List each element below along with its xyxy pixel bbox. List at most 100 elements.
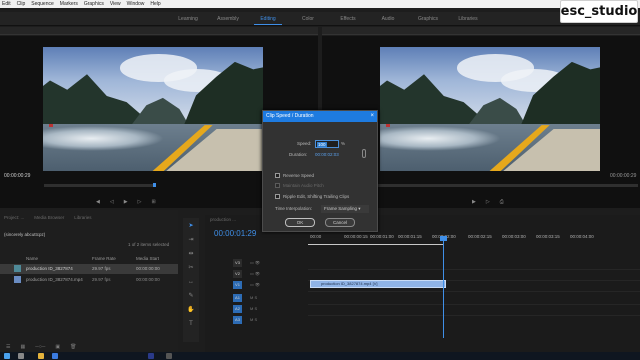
workspace-tab-graphics[interactable]: Graphics [408,12,448,26]
workspace-tab-assembly[interactable]: Assembly [208,12,248,26]
workspace-tab-libraries[interactable]: Libraries [448,12,488,26]
sequence-icon [14,265,21,272]
track-a3-controls[interactable]: M S [250,317,257,322]
column-media-start[interactable]: Media Start [136,256,159,261]
speed-unit: % [341,141,346,146]
workspace-tab-learning[interactable]: Learning [168,12,208,26]
work-area-bar[interactable] [308,244,444,245]
reverse-speed-checkbox[interactable] [275,173,280,178]
program-step-icon[interactable]: ▷ [486,199,490,205]
timeline-clip[interactable]: production ID_3827874.mp4 [V] [310,280,446,288]
time-ruler[interactable]: 00:00 00:00:00:15 00:00:01:00 00:00:01:1… [308,232,640,244]
program-video-frame [380,47,600,171]
source-scrubber[interactable] [44,184,154,187]
step-back-icon[interactable]: ◁ [110,199,114,205]
workspace-tab-editing[interactable]: Editing [248,12,288,26]
workspace-tab-color[interactable]: Color [288,12,328,26]
track-a1[interactable]: A1 [233,294,242,302]
maintain-pitch-checkbox[interactable] [275,183,280,188]
menu-graphics[interactable]: Graphics [84,1,104,7]
play-icon[interactable]: ▶ [124,199,128,205]
list-view-icon[interactable]: ☰ [6,344,10,350]
menu-sequence[interactable]: Sequence [31,1,54,7]
track-a2-controls[interactable]: M S [250,306,257,311]
cancel-button[interactable]: Cancel [325,218,355,227]
speed-input[interactable]: 100 [315,140,339,148]
hand-icon[interactable]: ✋ [187,306,195,314]
premiere-icon[interactable] [148,353,154,359]
menu-help[interactable]: Help [150,1,160,7]
track-a2[interactable]: A2 [233,305,242,313]
time-interpolation-select[interactable]: Frame Sampling ▾ [321,205,369,213]
selection-count: 1 of 2 items selected [128,242,170,247]
list-item[interactable]: production ID_3827874 29.97 fps 00:00:00… [0,264,178,274]
menu-bar: Edit Clip Sequence Markers Graphics View… [0,0,640,8]
browser-icon[interactable] [52,353,58,359]
step-forward-icon[interactable]: ▷ [138,199,142,205]
clip-speed-dialog: Clip Speed / Duration × Speed: 100 % Dur… [262,110,378,232]
program-monitor-header [322,27,640,35]
source-video-frame [43,47,263,171]
menu-markers[interactable]: Markers [60,1,78,7]
timeline-timecode[interactable]: 00:00:01:29 [214,229,256,238]
clip-icon [14,276,21,283]
start-icon[interactable] [4,353,10,359]
ripple-edit-label: Ripple Edit, Shifting Trailing Clips [283,194,350,199]
reverse-speed-label: Reverse Speed [283,173,315,178]
close-icon[interactable]: × [370,111,374,122]
search-taskbar-icon[interactable] [18,353,24,359]
source-timecode: 00:00:00:29 [4,173,31,179]
menu-clip[interactable]: Clip [17,1,26,7]
menu-window[interactable]: Window [127,1,145,7]
track-v2[interactable]: V2 [233,270,242,278]
link-icon[interactable] [362,149,366,158]
explorer-icon[interactable] [38,353,44,359]
watermark-logo: esc_studio [560,0,638,23]
tab-media-browser[interactable]: Media Browser [34,215,64,220]
track-a1-controls[interactable]: M S [250,295,257,300]
duration-label: Duration: [289,152,308,157]
pen-icon[interactable]: ✎ [187,292,195,300]
workspace-tab-audio[interactable]: Audio [368,12,408,26]
zoom-slider[interactable]: ─○─ [35,344,45,350]
program-timecode: 00:00:00:29 [610,173,637,179]
program-play-icon[interactable]: ▶ [472,199,476,205]
ok-button[interactable]: OK [285,218,315,227]
source-playhead[interactable] [153,183,156,187]
track-v3-controls[interactable]: ▭ 👁 [250,260,260,265]
track-a3[interactable]: A3 [233,316,242,324]
list-item[interactable]: production ID_3827874.mp4 29.97 fps 00:0… [0,275,178,285]
icon-view-icon[interactable]: ▦ [20,344,25,350]
tools-panel: ➤ ⇥ ⇹ ✂ ↔ ✎ ✋ T [183,218,199,342]
column-frame-rate[interactable]: Frame Rate [92,256,116,261]
track-divider [308,291,640,292]
tab-libraries[interactable]: Libraries [74,215,91,220]
selection-tool-icon[interactable]: ➤ [187,222,195,230]
insert-icon[interactable]: ⊞ [151,199,155,205]
workspace-tab-effects[interactable]: Effects [328,12,368,26]
menu-view[interactable]: View [110,1,121,7]
duration-value[interactable]: 00:00:02:03 [315,152,339,157]
track-v1[interactable]: V1 [233,281,242,289]
new-item-icon[interactable]: ▣ [55,344,60,350]
menu-edit[interactable]: Edit [2,1,11,7]
maintain-pitch-label: Maintain Audio Pitch [283,183,324,188]
timeline-playhead[interactable] [443,238,444,338]
app-icon[interactable] [166,353,172,359]
razor-icon[interactable]: ✂ [187,264,195,272]
timeline-tab[interactable]: production ... [210,217,236,222]
track-v2-controls[interactable]: ▭ 👁 [250,271,260,276]
trash-icon[interactable]: 🗑 [70,344,76,350]
ripple-edit-icon[interactable]: ⇹ [187,250,195,258]
track-v3[interactable]: V3 [233,259,242,267]
track-select-icon[interactable]: ⇥ [187,236,195,244]
type-icon[interactable]: T [187,320,195,328]
export-frame-icon[interactable]: ⎙ [500,199,504,205]
slip-icon[interactable]: ↔ [187,278,195,286]
track-divider [308,315,640,316]
track-v1-controls[interactable]: ▭ 👁 [250,282,260,287]
ripple-edit-checkbox[interactable] [275,194,280,199]
tab-project[interactable]: Project: ... [4,215,24,220]
mark-in-icon[interactable]: ◀ [96,199,100,205]
column-name[interactable]: Name [26,256,38,261]
